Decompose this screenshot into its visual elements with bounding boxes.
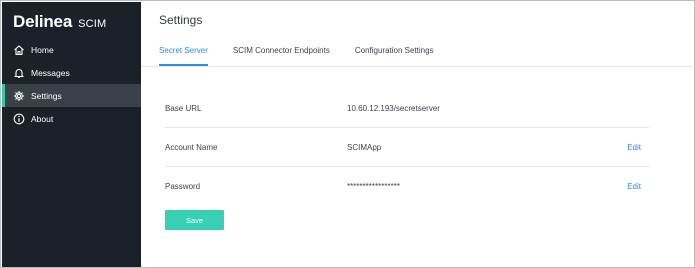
save-button[interactable]: Save [165, 210, 224, 230]
home-icon [13, 44, 25, 56]
sidebar-item-settings[interactable]: Settings [2, 84, 141, 107]
bell-icon [13, 67, 25, 79]
sidebar: Delinea SCIM Home Messages Settings Abou… [2, 2, 141, 267]
app-window: Delinea SCIM Home Messages Settings Abou… [0, 0, 695, 268]
password-row: Password ***************** Edit [165, 167, 649, 206]
brand-product: SCIM [78, 18, 107, 30]
tab-secret-server[interactable]: Secret Server [159, 44, 208, 66]
sidebar-item-home[interactable]: Home [2, 38, 141, 61]
base-url-value: 10.60.12.193/secretserver [347, 103, 440, 113]
account-name-row: Account Name SCIMApp Edit [165, 128, 649, 167]
base-url-label: Base URL [165, 103, 202, 113]
brand: Delinea SCIM [13, 12, 106, 32]
sidebar-item-label: Home [31, 44, 54, 55]
tab-scim-connector-endpoints[interactable]: SCIM Connector Endpoints [233, 44, 330, 66]
sidebar-item-label: Messages [31, 67, 70, 78]
account-name-edit-link[interactable]: Edit [627, 143, 641, 152]
settings-tabs: Secret Server SCIM Connector Endpoints C… [159, 44, 459, 66]
brand-logo: Delinea [13, 12, 73, 31]
account-name-label: Account Name [165, 142, 218, 152]
page-title: Settings [159, 13, 203, 27]
tab-configuration-settings[interactable]: Configuration Settings [355, 44, 434, 66]
sidebar-item-label: About [31, 113, 54, 124]
password-value: ***************** [347, 182, 400, 191]
base-url-row: Base URL 10.60.12.193/secretserver [165, 89, 649, 128]
sidebar-nav: Home Messages Settings About [2, 38, 141, 130]
main-content: Settings Secret Server SCIM Connector En… [141, 2, 693, 266]
tabs-divider [141, 66, 693, 67]
sidebar-item-messages[interactable]: Messages [2, 61, 141, 84]
sidebar-item-label: Settings [31, 90, 62, 101]
info-icon [13, 113, 25, 125]
sidebar-item-about[interactable]: About [2, 107, 141, 130]
settings-list: Base URL 10.60.12.193/secretserver Accou… [165, 89, 649, 206]
password-edit-link[interactable]: Edit [627, 182, 641, 191]
account-name-value: SCIMApp [347, 142, 382, 152]
password-label: Password [165, 182, 201, 191]
gear-icon [13, 90, 25, 102]
